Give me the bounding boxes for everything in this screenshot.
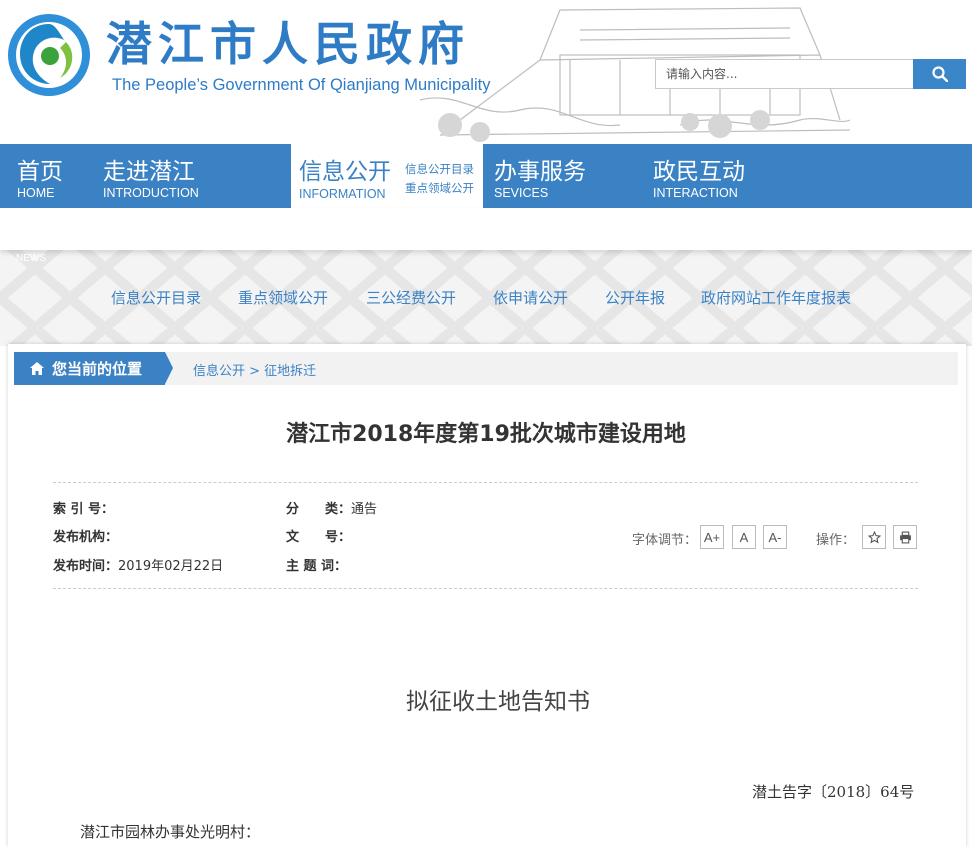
meta-category-value: 通告 (351, 502, 378, 517)
nav-item-services[interactable]: 办事服务 SEVICES (483, 144, 633, 208)
nav-item-home[interactable]: 首页 HOME (0, 144, 90, 208)
addressee: 潜江市园林办事处光明村： (80, 823, 261, 841)
nav-item-sublabel: INFORMATION (299, 187, 386, 201)
subnav-link-website-report[interactable]: 政府网站工作年度报表 (701, 287, 851, 308)
meta-docno: 文 号： (286, 526, 351, 545)
font-decrease-button[interactable]: A- (763, 525, 787, 549)
breadcrumb-label-text: 您当前的位置 (52, 360, 143, 378)
site-subtitle: The People’s Government Of Qianjiang Mun… (112, 76, 491, 94)
meta-docno-label: 文 号： (286, 530, 352, 545)
search-icon (931, 66, 948, 82)
meta-date-value: 2019年02月22日 (118, 559, 224, 574)
meta-publisher-label: 发布机构： (53, 530, 119, 545)
breadcrumb-label: 您当前的位置 (14, 352, 165, 385)
meta-date: 发布时间：2019年02月22日 (53, 555, 223, 574)
nav-item-label: 走进潜江 (103, 159, 195, 185)
breadcrumb-arrow (165, 352, 173, 384)
subnav-link-catalog[interactable]: 信息公开目录 (111, 287, 201, 308)
document-number: 潜土告字〔2018〕64号 (752, 783, 915, 801)
favorite-button[interactable] (862, 525, 886, 549)
meta-category: 分 类：通告 (286, 498, 377, 517)
breadcrumb-path[interactable]: 信息公开 > 征地拆迁 (193, 360, 316, 379)
site-title: 潜江市人民政府 (106, 17, 470, 71)
subnav-link-annual-report[interactable]: 公开年报 (605, 287, 665, 308)
divider-top (53, 482, 918, 483)
nav-item-sublabel: HOME (17, 186, 55, 200)
nav-subitem-key-areas[interactable]: 重点领域公开 (405, 180, 474, 196)
font-size-label: 字体调节： (632, 533, 698, 548)
nav-item-label: 信息公开 (299, 159, 391, 185)
nav-item-label: 政民互动 (653, 159, 745, 185)
nav-item-information[interactable]: 信息公开 INFORMATION 信息公开目录 重点领域公开 (291, 144, 483, 208)
divider-bottom (53, 588, 918, 589)
search-input[interactable] (655, 59, 913, 89)
government-logo[interactable] (6, 12, 92, 98)
nav-item-sublabel: INTERACTION (653, 186, 738, 200)
meta-index: 索 引 号： (53, 498, 114, 517)
search-button[interactable] (913, 59, 966, 89)
meta-category-label: 分 类： (286, 502, 352, 517)
nav-item-label: 办事服务 (494, 159, 586, 185)
nav-item-sublabel: SEVICES (494, 186, 549, 200)
star-icon (867, 530, 881, 543)
subnav-link-three-public-funds[interactable]: 三公经费公开 (366, 287, 456, 308)
nav-item-interaction[interactable]: 政民互动 INTERACTION (640, 144, 790, 208)
meta-topic: 主 题 词： (286, 555, 347, 574)
subnav-link-by-request[interactable]: 依申请公开 (493, 287, 568, 308)
page-title: 潜江市2018年度第19批次城市建设用地 (286, 422, 686, 447)
operations-label: 操作： (816, 533, 856, 548)
printer-icon (899, 531, 911, 543)
subnav-link-key-areas[interactable]: 重点领域公开 (238, 287, 328, 308)
meta-publisher: 发布机构： (53, 526, 118, 545)
nav-item-label: 首页 (17, 159, 63, 185)
notice-title: 拟征收土地告知书 (406, 689, 590, 715)
meta-date-label: 发布时间： (53, 559, 119, 574)
home-icon (30, 362, 44, 375)
news-label: NEWS (16, 253, 46, 264)
meta-topic-label: 主 题 词： (286, 559, 348, 574)
banner-top-strip (0, 208, 972, 250)
nav-item-sublabel: INTRODUCTION (103, 186, 199, 200)
main-nav: 首页 HOME 走进潜江 INTRODUCTION 办事服务 SEVICES 政… (0, 144, 972, 208)
nav-subitem-catalog[interactable]: 信息公开目录 (405, 161, 474, 177)
font-reset-button[interactable]: A (732, 525, 756, 549)
print-button[interactable] (893, 525, 917, 549)
nav-item-introduction[interactable]: 走进潜江 INTRODUCTION (90, 144, 290, 208)
meta-index-label: 索 引 号： (53, 502, 115, 517)
font-increase-button[interactable]: A+ (700, 525, 724, 549)
